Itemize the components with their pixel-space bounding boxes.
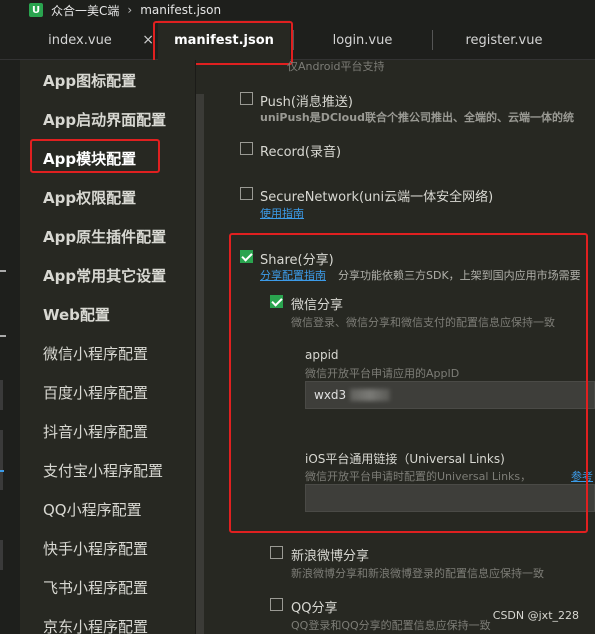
- sidebar-item-app-icon[interactable]: App图标配置: [43, 70, 136, 91]
- push-label: Push(消息推送): [260, 95, 354, 110]
- share-label: Share(分享): [260, 253, 334, 268]
- wechat-share-checkbox[interactable]: [270, 295, 283, 308]
- appid-input[interactable]: wxd3: [305, 381, 595, 409]
- appid-desc: 微信开放平台申请应用的AppID: [305, 367, 460, 380]
- tab-label: register.vue: [465, 32, 543, 48]
- edge-bar: [0, 380, 3, 410]
- qq-share-label: QQ分享: [291, 601, 338, 616]
- share-guide-link[interactable]: 分享配置指南: [260, 267, 326, 283]
- sina-share-label: 新浪微博分享: [291, 549, 370, 564]
- edge-mark: [0, 335, 6, 337]
- breadcrumb-file[interactable]: manifest.json: [140, 3, 221, 17]
- sidebar-item-jd-mp[interactable]: 京东小程序配置: [43, 616, 148, 634]
- sina-share-desc: 新浪微博分享和新浪微博登录的配置信息应保持一致: [291, 567, 544, 580]
- top-desc: 仅Android平台支持: [287, 60, 385, 73]
- tab-login-vue[interactable]: login.vue: [295, 20, 430, 60]
- tab-index-vue[interactable]: index.vue ×: [20, 20, 154, 60]
- share-checkbox[interactable]: [240, 250, 253, 263]
- securenetwork-checkbox[interactable]: [240, 187, 253, 200]
- tab-divider: [293, 30, 294, 50]
- app-logo-icon: U: [29, 3, 43, 17]
- sidebar-item-app-permissions[interactable]: App权限配置: [43, 187, 136, 208]
- sidebar-item-qq-mp[interactable]: QQ小程序配置: [43, 499, 142, 520]
- qq-share-checkbox[interactable]: [270, 598, 283, 611]
- edge-bar: [0, 540, 3, 570]
- tab-manifest-json[interactable]: manifest.json: [158, 20, 290, 60]
- sidebar-item-alipay-mp[interactable]: 支付宝小程序配置: [43, 460, 163, 481]
- sidebar-item-app-native-plugins[interactable]: App原生插件配置: [43, 226, 166, 247]
- edge-mark: [0, 470, 4, 472]
- sidebar-item-feishu-mp[interactable]: 飞书小程序配置: [43, 577, 148, 598]
- universal-links-desc: 微信开放平台申请时配置的Universal Links，: [305, 470, 532, 483]
- wechat-share-desc: 微信登录、微信分享和微信支付的配置信息应保持一致: [291, 316, 555, 329]
- sidebar-item-kuaishou-mp[interactable]: 快手小程序配置: [43, 538, 148, 559]
- sidebar-item-web[interactable]: Web配置: [43, 304, 110, 325]
- chevron-right-icon: ›: [127, 3, 133, 17]
- qq-share-desc: QQ登录和QQ分享的配置信息应保持一致: [291, 619, 491, 632]
- edge-bar: [0, 430, 3, 490]
- module-settings-panel: 仅Android平台支持 Push(消息推送) uniPush是DCloud联合…: [197, 60, 595, 634]
- sidebar-item-douyin-mp[interactable]: 抖音小程序配置: [43, 421, 148, 442]
- securenetwork-guide-link[interactable]: 使用指南: [260, 205, 304, 221]
- appid-label: appid: [305, 348, 339, 362]
- tab-label: manifest.json: [174, 32, 274, 48]
- wechat-share-label: 微信分享: [291, 298, 344, 313]
- tab-register-vue[interactable]: register.vue: [434, 20, 574, 60]
- share-desc: 分享功能依赖三方SDK，上架到国内应用市场需要: [338, 269, 581, 282]
- tab-label: index.vue: [48, 32, 112, 48]
- edge-mark: [0, 270, 6, 272]
- sidebar-item-app-other-settings[interactable]: App常用其它设置: [43, 265, 166, 286]
- push-desc: uniPush是DCloud联合个推公司推出、全端的、云端一体的统: [260, 111, 574, 124]
- sidebar-item-app-modules[interactable]: App模块配置: [43, 148, 136, 169]
- manifest-sidebar: App图标配置 App启动界面配置 App模块配置 App权限配置 App原生插…: [20, 60, 204, 634]
- redacted-blur: [350, 389, 391, 401]
- appid-value: wxd3: [314, 388, 347, 402]
- record-label: Record(录音): [260, 145, 342, 160]
- editor-tab-bar: index.vue × manifest.json login.vue regi…: [0, 20, 595, 60]
- universal-links-input[interactable]: [305, 484, 595, 512]
- sina-share-checkbox[interactable]: [270, 546, 283, 559]
- sidebar-item-app-splash[interactable]: App启动界面配置: [43, 109, 166, 130]
- sidebar-item-weixin-mp[interactable]: 微信小程序配置: [43, 343, 148, 364]
- record-checkbox[interactable]: [240, 142, 253, 155]
- push-checkbox[interactable]: [240, 92, 253, 105]
- tab-divider: [432, 30, 433, 50]
- watermark-text: CSDN @jxt_228: [492, 609, 579, 622]
- close-icon[interactable]: ×: [142, 32, 154, 48]
- universal-links-label: iOS平台通用链接（Universal Links): [305, 452, 505, 466]
- sidebar-item-baidu-mp[interactable]: 百度小程序配置: [43, 382, 148, 403]
- securenetwork-label: SecureNetwork(uni云端一体安全网络): [260, 190, 494, 205]
- tab-label: login.vue: [332, 32, 393, 48]
- universal-links-ref-link[interactable]: 参考: [571, 468, 593, 484]
- breadcrumb-project[interactable]: 众合一美C端: [51, 2, 119, 19]
- activity-edge: [0, 60, 20, 634]
- title-bar: U 众合一美C端 › manifest.json: [0, 0, 595, 20]
